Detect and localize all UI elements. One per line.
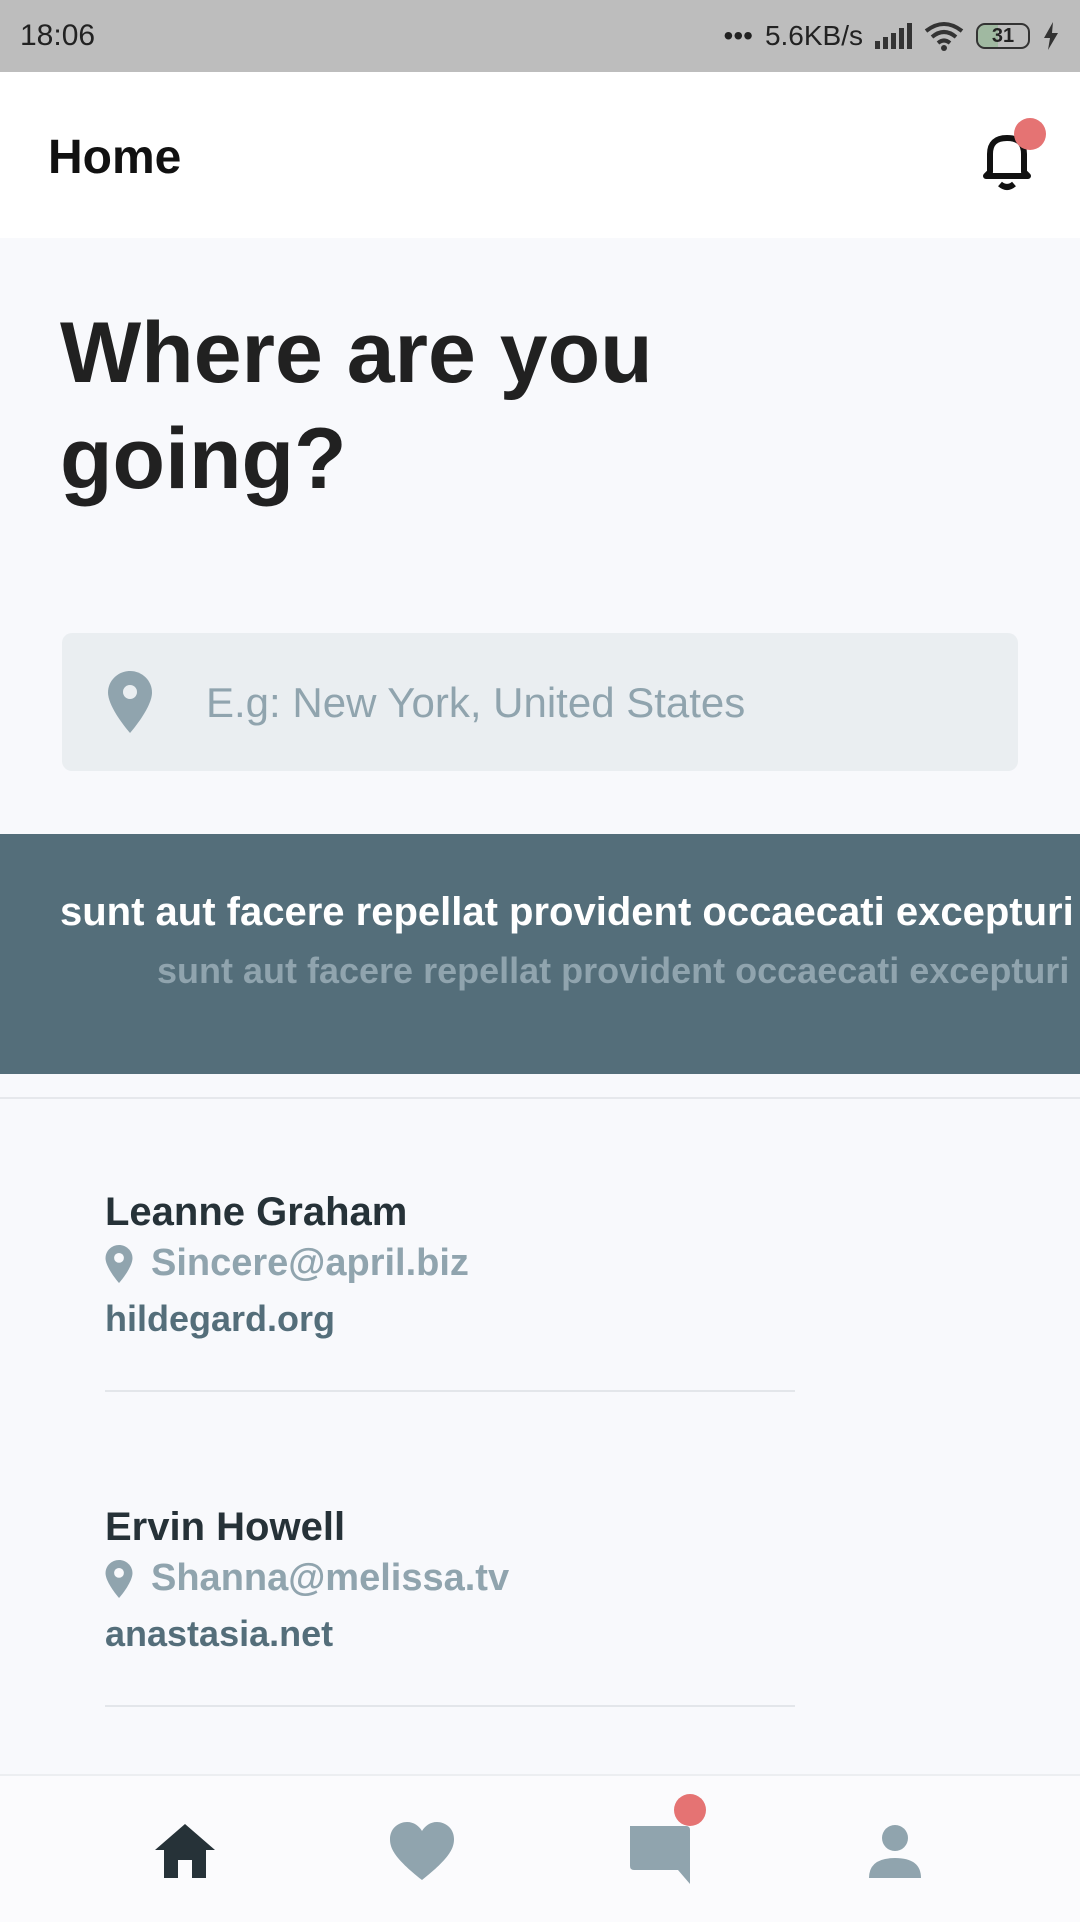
nav-messages[interactable]	[620, 1794, 706, 1886]
messages-badge	[674, 1794, 706, 1826]
person-icon	[869, 1825, 921, 1878]
list-item[interactable]: Ervin Howell Shanna@melissa.tv anastasia…	[105, 1505, 795, 1707]
user-email: Shanna@melissa.tv	[151, 1557, 510, 1599]
banner-subtitle: sunt aut facere repellat provident occae…	[157, 950, 1080, 991]
nav-favorites[interactable]	[382, 1816, 462, 1886]
search-input[interactable]	[204, 633, 988, 773]
headline-line-2: going?	[60, 411, 347, 507]
network-speed: 5.6KB/s	[764, 20, 863, 51]
more-dots-icon: •••	[723, 20, 753, 51]
notification-badge	[1014, 118, 1046, 150]
status-bar: 18:06 ••• 5.6KB/s 31	[0, 0, 1080, 72]
user-name: Leanne Graham	[105, 1190, 408, 1234]
user-website: hildegard.org	[105, 1298, 336, 1339]
nav-home[interactable]	[145, 1816, 225, 1886]
nav-profile[interactable]	[855, 1816, 935, 1886]
app-bar: Home	[0, 72, 1080, 238]
page-title: Home	[48, 131, 182, 184]
banner-title: sunt aut facere repellat provident occae…	[60, 890, 1080, 934]
location-pin-icon	[105, 1244, 133, 1283]
signal-icon	[875, 23, 912, 49]
user-website: anastasia.net	[105, 1613, 334, 1654]
location-pin-icon	[105, 1559, 133, 1598]
destination-search[interactable]	[62, 633, 1018, 773]
heart-icon	[390, 1822, 454, 1880]
featured-banner[interactable]: sunt aut facere repellat provident occae…	[0, 834, 1080, 1074]
battery-icon: 31	[976, 23, 1030, 49]
notification-button[interactable]	[976, 118, 1046, 194]
wifi-icon	[924, 22, 964, 51]
bottom-navigation	[0, 1774, 1080, 1922]
charging-icon	[1044, 22, 1058, 50]
status-time: 18:06	[20, 19, 96, 52]
headline-line-1: Where are you	[60, 305, 653, 401]
user-name: Ervin Howell	[105, 1505, 346, 1549]
user-email: Sincere@april.biz	[151, 1242, 469, 1284]
list-item[interactable]: Leanne Graham Sincere@april.biz hildegar…	[105, 1190, 795, 1392]
email-row: Shanna@melissa.tv	[105, 1557, 509, 1600]
divider	[0, 1097, 1080, 1099]
email-row: Sincere@april.biz	[105, 1242, 469, 1285]
chat-icon	[630, 1826, 690, 1884]
status-indicators: ••• 5.6KB/s 31	[724, 20, 1060, 52]
battery-level: 31	[991, 24, 1015, 47]
home-icon	[155, 1824, 215, 1878]
headline: Where are you going?	[60, 300, 860, 512]
location-pin-icon	[108, 671, 152, 733]
